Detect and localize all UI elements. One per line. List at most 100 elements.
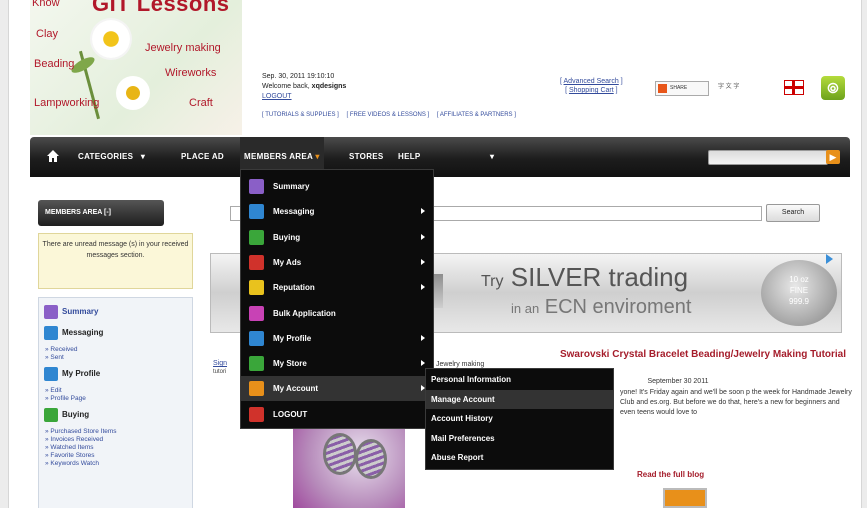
uk-flag-icon[interactable]: [784, 80, 804, 95]
sidebar-item-messaging[interactable]: Messaging: [44, 326, 103, 340]
ad-choices-icon[interactable]: [826, 254, 833, 264]
sidebar-link-invoices[interactable]: » Invoices Received: [45, 436, 103, 444]
header-links: [ TUTORIALS & SUPPLIES ] [ FREE VIDEOS &…: [262, 112, 522, 118]
menu-item-my-account[interactable]: My Account: [241, 376, 433, 402]
menu-item-summary[interactable]: Summary: [241, 174, 433, 199]
sidebar-item-buying[interactable]: Buying: [44, 408, 89, 422]
logo-title: GIT Lessons: [92, 0, 230, 16]
nav-search-button[interactable]: ▶: [826, 150, 840, 164]
ad-line2: in an ECN enviroment: [511, 296, 692, 318]
read-full-blog-link[interactable]: Read the full blog: [637, 470, 704, 479]
sidebar-link-received[interactable]: » Received: [45, 346, 78, 354]
members-area-heading[interactable]: MEMBERS AREA [-]: [38, 200, 164, 226]
menu-item-reputation[interactable]: Reputation: [241, 275, 433, 300]
nav-more-dropdown[interactable]: ▾: [490, 137, 494, 177]
welcome-line: Welcome back, xqdesigns: [262, 82, 346, 92]
sidebar-item-profile[interactable]: My Profile: [44, 367, 100, 381]
reputation-icon: [249, 280, 264, 296]
logo-word-jewelry: Jewelry making: [145, 42, 221, 54]
share-label: SHARE: [670, 85, 688, 91]
messaging-icon: [44, 326, 58, 340]
my-account-submenu: Personal Information Manage Account Accoun…: [425, 368, 614, 470]
blog-title[interactable]: Swarovski Crystal Bracelet Beading/Jewel…: [558, 349, 848, 361]
menu-item-buying[interactable]: Buying: [241, 225, 433, 250]
shopping-cart-link[interactable]: Shopping Cart: [569, 87, 614, 94]
signin-link[interactable]: Sign: [213, 360, 227, 368]
menu-item-my-profile[interactable]: My Profile: [241, 326, 433, 351]
ad-coin-image: 10 oz FINE 999.9: [761, 260, 837, 326]
sidebar-menu: Summary Messaging » Received » Sent My P…: [38, 297, 193, 508]
sidebar-link-edit[interactable]: » Edit: [45, 387, 62, 395]
bulk-application-icon: [249, 305, 264, 321]
my-store-icon: [249, 356, 264, 372]
submenu-item-abuse-report[interactable]: Abuse Report: [426, 448, 613, 467]
advanced-search-link[interactable]: Advanced Search: [564, 78, 619, 85]
menu-item-my-store[interactable]: My Store: [241, 351, 433, 376]
link-free-videos[interactable]: [ FREE VIDEOS & LESSONS ]: [346, 112, 429, 118]
site-logo[interactable]: Know GIT Lessons Clay Jewelry making Bea…: [30, 0, 242, 135]
home-icon[interactable]: [47, 150, 59, 162]
submenu-arrow-icon: [421, 360, 425, 367]
my-ads-icon: [249, 254, 264, 270]
submenu-arrow-icon: [421, 284, 425, 291]
menu-item-label: My Ads: [273, 257, 302, 267]
main-search-button[interactable]: Search: [766, 204, 820, 222]
logo-flower: [116, 76, 150, 110]
logo-know: Know: [32, 0, 60, 9]
menu-item-label: Reputation: [273, 283, 315, 293]
tutorial-text: tutori: [213, 369, 227, 375]
header-datetime: Sep. 30, 2011 19:10:10: [262, 73, 335, 80]
menu-item-label: Bulk Application: [273, 308, 336, 318]
sidebar-link-favorite-stores[interactable]: » Favorite Stores: [45, 452, 95, 460]
submenu-item-mail-preferences[interactable]: Mail Preferences: [426, 429, 613, 448]
logo-word-lampworking: Lampworking: [34, 97, 100, 109]
sidebar-link-sent[interactable]: » Sent: [45, 354, 64, 362]
sidebar-link-keywords[interactable]: » Keywords Watch: [45, 460, 99, 468]
menu-item-logout[interactable]: LOGOUT: [241, 402, 433, 427]
link-tutorials[interactable]: [ TUTORIALS & SUPPLIES ]: [262, 112, 339, 118]
blog-excerpt: yone! It's Friday again and we'll be soo…: [620, 389, 852, 416]
submenu-item-account-history[interactable]: Account History: [426, 409, 613, 428]
menu-item-label: Summary: [273, 182, 310, 191]
link-affiliates[interactable]: [ AFFILIATES & PARTNERS ]: [437, 112, 516, 118]
submenu-item-personal-information[interactable]: Personal Information: [426, 370, 613, 389]
nav-categories[interactable]: CATEGORIES ▾: [78, 137, 145, 177]
my-profile-icon: [249, 330, 264, 346]
nav-search-input[interactable]: [708, 150, 828, 165]
menu-item-label: My Profile: [273, 333, 312, 343]
menu-item-label: My Account: [273, 384, 319, 394]
menu-item-bulk-application[interactable]: Bulk Application: [241, 301, 433, 326]
logo-word-beading: Beading: [34, 58, 75, 70]
submenu-arrow-icon: [421, 258, 425, 265]
logo-word-craft: Craft: [189, 97, 213, 109]
summary-icon: [249, 179, 264, 194]
menu-item-messaging[interactable]: Messaging: [241, 199, 433, 224]
header-logout-link[interactable]: LOGOUT: [262, 92, 346, 102]
welcome-prefix: Welcome back,: [262, 83, 312, 90]
menu-item-label: Messaging: [273, 207, 315, 217]
profile-icon: [44, 367, 58, 381]
submenu-arrow-icon: [421, 334, 425, 341]
header-info: Sep. 30, 2011 19:10:10 Welcome back, xqd…: [262, 72, 346, 102]
text-size-control[interactable]: 字 文 字: [718, 82, 750, 93]
submenu-arrow-icon: [421, 208, 425, 215]
menu-item-label: Buying: [273, 232, 301, 242]
nav-place-ad[interactable]: PLACE AD: [181, 137, 224, 177]
submenu-item-manage-account[interactable]: Manage Account: [426, 389, 613, 409]
sidebar-item-summary[interactable]: Summary: [44, 305, 98, 319]
my-account-icon: [249, 381, 264, 397]
jewelry-making-text[interactable]: Jewelry making: [436, 361, 484, 368]
menu-item-label: LOGOUT: [273, 409, 308, 419]
menu-item-my-ads[interactable]: My Ads: [241, 250, 433, 275]
sidebar-link-watched[interactable]: » Watched Items: [45, 444, 94, 452]
rss-icon[interactable]: ⦾: [821, 76, 845, 100]
menu-item-label: My Store: [273, 359, 307, 369]
blogger-icon[interactable]: [663, 488, 707, 508]
header-search-links: [ Advanced Search ] [ Shopping Cart ]: [560, 78, 623, 94]
buying-icon: [44, 408, 58, 422]
share-button[interactable]: SHARE: [655, 81, 709, 96]
summary-icon: [44, 305, 58, 319]
sidebar-link-profile-page[interactable]: » Profile Page: [45, 395, 86, 403]
sidebar-link-purchased[interactable]: » Purchased Store Items: [45, 428, 117, 436]
username: xqdesigns: [311, 83, 347, 90]
